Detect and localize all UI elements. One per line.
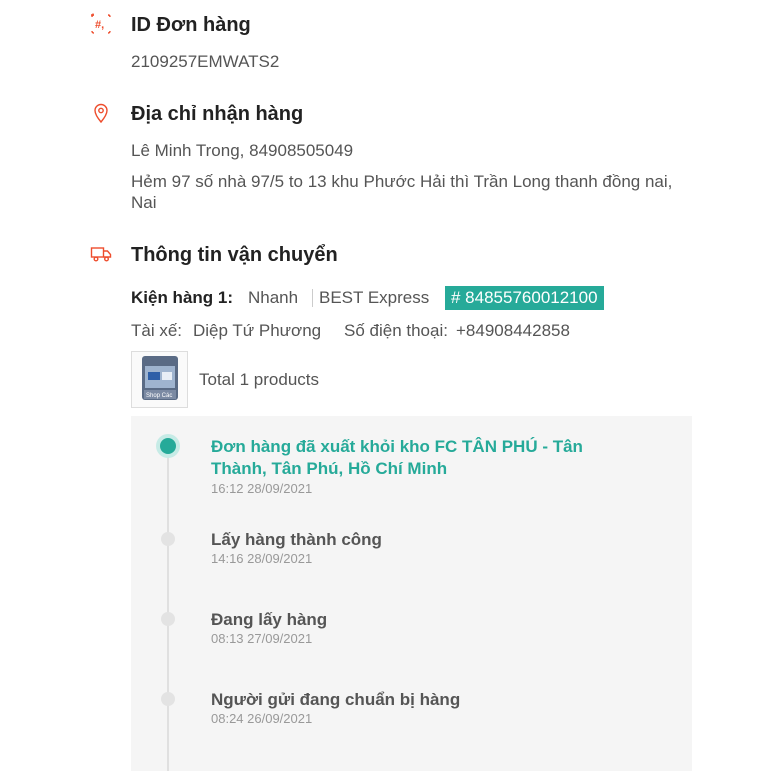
shipping-speed: Nhanh xyxy=(248,288,299,307)
phone-label: Số điện thoại: xyxy=(344,321,448,340)
product-thumbnail[interactable]: Shop Các xyxy=(131,351,188,408)
address-title: Địa chỉ nhận hàng xyxy=(131,103,304,125)
timeline-event-title: Đang lấy hàng xyxy=(211,610,328,629)
address-recipient: Lê Minh Trong, 84908505049 xyxy=(131,141,354,160)
driver-name: Diệp Tứ Phương xyxy=(193,321,322,340)
timeline-event-title: Lấy hàng thành công xyxy=(211,530,382,549)
timeline-dot xyxy=(161,692,175,706)
driver-label: Tài xế: xyxy=(131,321,183,340)
timeline-event-title-line-2: Thành, Tân Phú, Hồ Chí Minh xyxy=(211,459,448,478)
timeline-dot xyxy=(161,532,175,546)
order-id-title: ID Đơn hàng xyxy=(131,14,251,36)
order-id-value: 2109257EMWATS2 xyxy=(131,52,280,71)
shipping-title: Thông tin vận chuyển xyxy=(131,244,338,266)
timeline-event-title-line-1: Đơn hàng đã xuất khỏi kho FC TÂN PHÚ - T… xyxy=(211,437,583,456)
tracking-number-badge[interactable]: # 84855760012100 xyxy=(445,286,604,310)
carrier-name: BEST Express xyxy=(319,288,430,307)
address-line-2: Nai xyxy=(131,193,157,212)
timeline-event-time: 16:12 28/09/2021 xyxy=(211,481,313,496)
package-label: Kiện hàng 1: xyxy=(131,288,234,307)
timeline-dot-active xyxy=(160,438,176,454)
timeline-event-time: 14:16 28/09/2021 xyxy=(211,551,313,566)
timeline-event-title: Người gửi đang chuẩn bị hàng xyxy=(211,690,461,709)
order-number-icon: #, xyxy=(91,13,111,34)
svg-text:#,: #, xyxy=(95,19,104,31)
timeline-line xyxy=(167,446,169,771)
address-line-1: Hẻm 97 số nhà 97/5 to 13 khu Phước Hải t… xyxy=(131,172,673,191)
driver-phone: +84908442858 xyxy=(456,321,570,340)
product-image: Shop Các xyxy=(132,352,187,407)
timeline-event-time: 08:24 26/09/2021 xyxy=(211,711,313,726)
divider xyxy=(312,289,313,307)
thumbnail-caption: Shop Các xyxy=(146,393,172,399)
truck-icon xyxy=(90,247,112,262)
location-pin-icon xyxy=(94,103,108,124)
products-summary: Total 1 products xyxy=(199,370,320,389)
timeline-event-title: Đơn hàng đã xuất khỏi kho FC TÂN PHÚ - T… xyxy=(211,436,631,480)
timeline-event-time: 08:13 27/09/2021 xyxy=(211,631,313,646)
timeline-dot xyxy=(161,612,175,626)
